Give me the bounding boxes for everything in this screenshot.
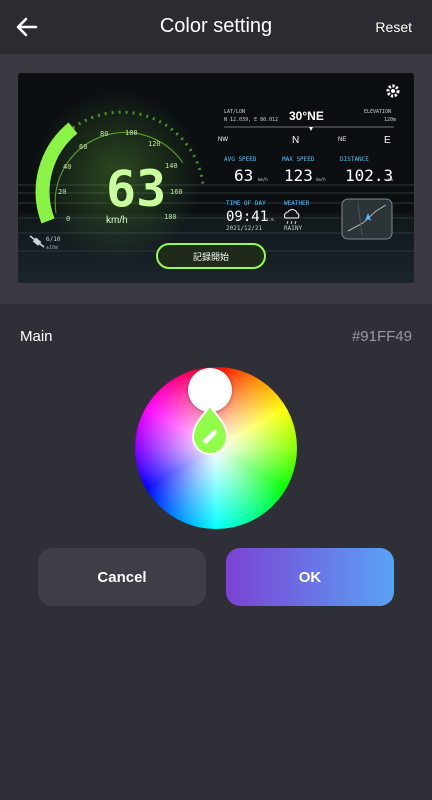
gauge-tick: 140 — [165, 162, 178, 170]
compass-nw: NW — [218, 137, 228, 143]
mini-map — [341, 198, 393, 240]
gauge-tick: 60 — [79, 143, 87, 151]
weather-label: WEATHER — [284, 200, 310, 207]
max-speed-value: 123 — [284, 166, 313, 185]
gear-icon[interactable] — [386, 84, 400, 98]
gauge-tick: 160 — [170, 188, 183, 196]
speed-gauge: 0 20 40 60 80 100 120 140 160 180 8 63 k… — [33, 90, 205, 260]
avg-speed-label: AVG SPEED — [224, 156, 257, 163]
gauge-tick: 80 — [100, 130, 108, 138]
distance-label: DISTANCE — [340, 156, 369, 163]
cancel-button[interactable]: Cancel — [38, 548, 206, 606]
compass-e: E — [384, 135, 391, 146]
date-value: 2021/12/21 — [226, 225, 263, 232]
gps-accuracy: ±10m — [46, 245, 58, 251]
page-title: Color setting — [159, 15, 273, 37]
gauge-tick: 20 — [58, 188, 66, 196]
elevation-label: ELEVATION — [364, 109, 391, 115]
latlon-label: LAT/LON — [224, 109, 245, 115]
time-label: TIME OF DAY — [226, 200, 266, 207]
top-bar: Color setting Reset — [0, 0, 432, 54]
reset-button[interactable]: Reset — [375, 19, 412, 35]
latlon-value: N 12.039, E 80.012 — [224, 117, 278, 123]
max-speed-label: MAX SPEED — [282, 156, 315, 163]
avg-speed-value: 63 — [234, 166, 253, 185]
speed-readout: 63 — [106, 160, 166, 218]
color-hex-value: #91FF49 — [351, 328, 412, 345]
color-target-label: Main — [20, 328, 53, 345]
gauge-tick: 40 — [63, 163, 71, 171]
distance-value: 102.3 — [345, 166, 393, 185]
svg-text:km/h: km/h — [258, 177, 268, 182]
svg-text:km: km — [388, 177, 393, 182]
svg-text:記録開始: 記録開始 — [193, 251, 229, 263]
gauge-tick: 0 — [66, 215, 70, 223]
compass-n: N — [292, 135, 299, 146]
pencil-drop-icon[interactable] — [189, 404, 231, 456]
svg-text:a.m.: a.m. — [266, 217, 276, 222]
gauge-tick: 120 — [148, 140, 161, 148]
gps-count: 6/10 — [46, 236, 61, 243]
compass-ne: NE — [338, 137, 346, 143]
elevation-value: 120m — [384, 117, 396, 123]
ok-button[interactable]: OK — [226, 548, 394, 606]
heading: 30°NE — [289, 109, 324, 123]
record-button[interactable]: 記録開始 — [156, 243, 266, 269]
weather-value: RAINY — [284, 225, 302, 232]
svg-text:km/h: km/h — [316, 177, 326, 182]
gauge-tick: 100 — [125, 129, 138, 137]
speed-unit: km/h — [106, 215, 128, 226]
time-value: 09:41 — [226, 209, 268, 225]
dashboard-preview: 0 20 40 60 80 100 120 140 160 180 8 63 k… — [18, 73, 414, 283]
